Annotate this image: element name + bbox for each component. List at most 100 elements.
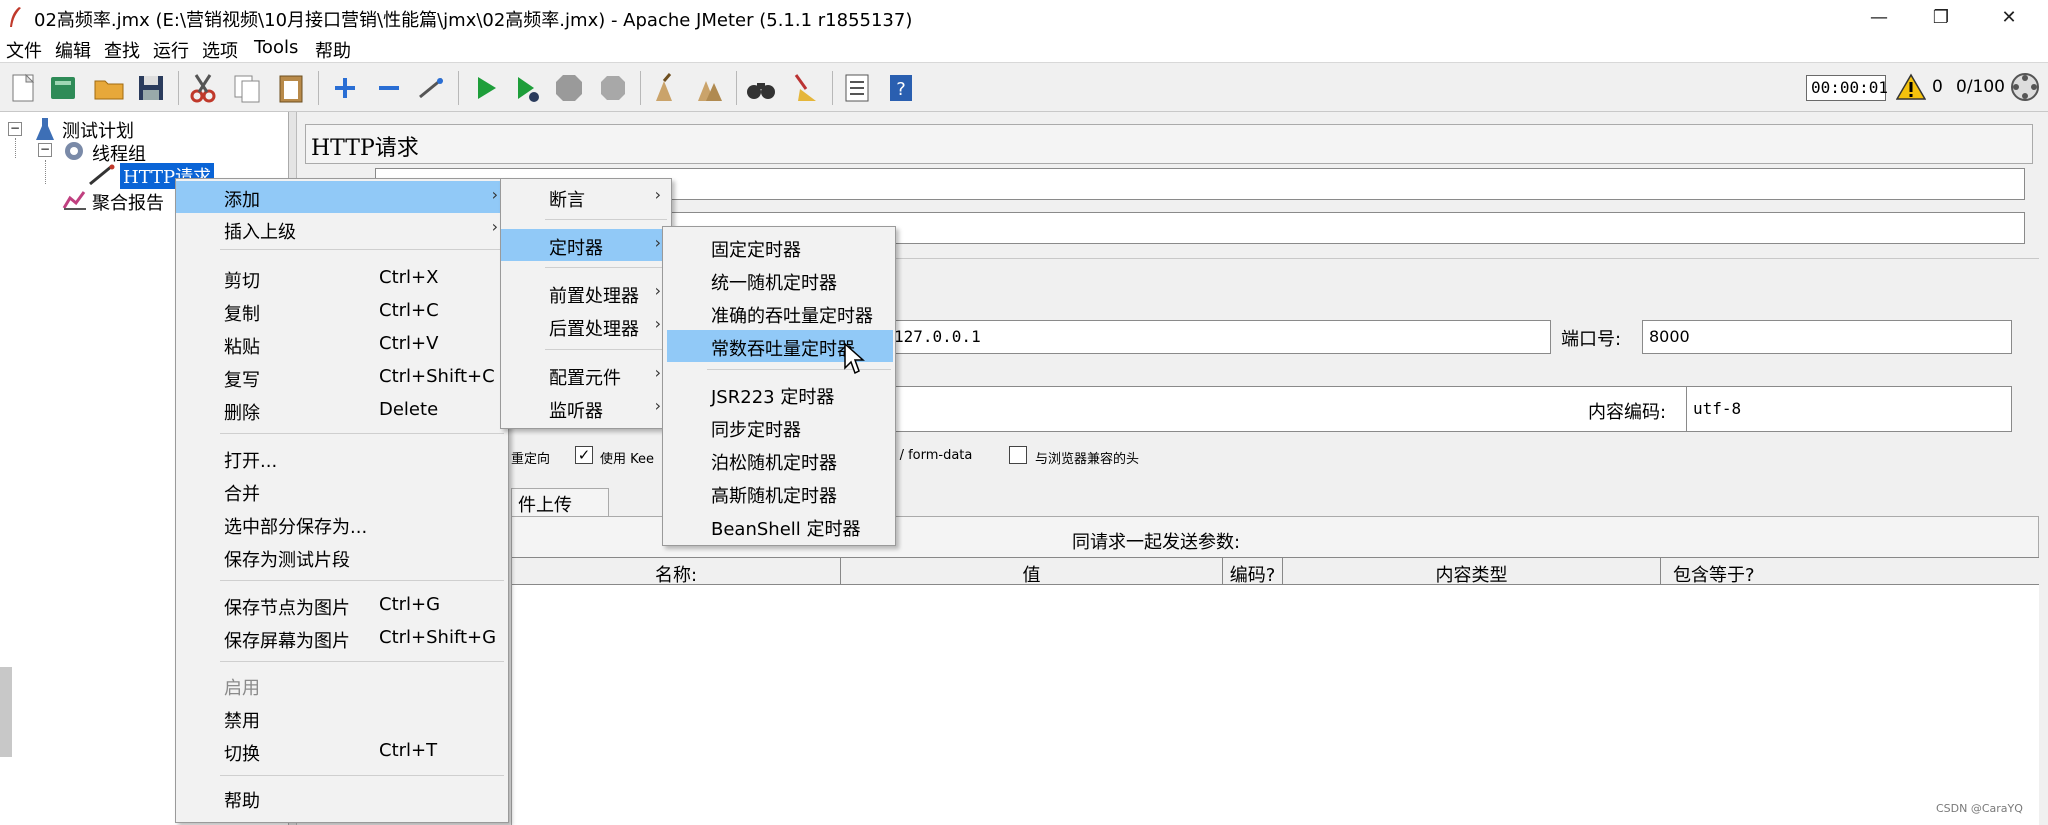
active-threads: 0/100 — [1956, 77, 2005, 97]
timer-item-precise-throughput[interactable]: 准确的吞吐量定时器 — [663, 297, 895, 329]
column-header-value[interactable]: 值 — [841, 558, 1223, 586]
timer-item-gaussian-random[interactable]: 高斯随机定时器 — [663, 477, 895, 509]
warning-icon[interactable] — [1896, 73, 1926, 101]
tree-expander[interactable]: − — [8, 122, 22, 136]
menu-separator — [220, 775, 504, 776]
stop-icon[interactable] — [552, 71, 586, 105]
column-header-encode[interactable]: 编码? — [1223, 558, 1283, 586]
paste-icon[interactable] — [274, 71, 308, 105]
browser-headers-checkbox[interactable] — [1009, 446, 1027, 464]
menu-item-duplicate[interactable]: 复写 Ctrl+Shift+C — [176, 361, 508, 393]
menu-item-save-selection-as[interactable]: 选中部分保存为... — [176, 508, 508, 540]
timer-item-poisson-random[interactable]: 泊松随机定时器 — [663, 444, 895, 476]
menu-item-copy[interactable]: 复制 Ctrl+C — [176, 295, 508, 327]
open-folder-icon[interactable] — [92, 71, 126, 105]
menu-item-save-screen-image[interactable]: 保存屏幕为图片 Ctrl+Shift+G — [176, 622, 508, 654]
menu-separator — [545, 267, 667, 268]
menu-edit[interactable]: 编辑 — [55, 37, 91, 63]
tab-files-upload[interactable]: 件上传 — [511, 488, 609, 516]
tree-node-aggregate-report[interactable]: 聚合报告 — [92, 189, 164, 215]
column-header-include-equals[interactable]: 包含等于? — [1661, 558, 2039, 586]
maximize-button[interactable]: ❐ — [1910, 0, 1972, 34]
collapse-minus-icon[interactable] — [372, 71, 406, 105]
content-encoding-field[interactable]: utf-8 — [1686, 386, 2012, 432]
toolbar-separator — [458, 71, 459, 105]
copy-icon[interactable] — [230, 71, 264, 105]
menu-item-insert-parent[interactable]: 插入上级 › — [176, 213, 508, 245]
shutdown-icon[interactable] — [596, 71, 630, 105]
timer-item-synchronizing[interactable]: 同步定时器 — [663, 411, 895, 443]
submenu-item-listeners[interactable]: 监听器 › — [501, 392, 671, 424]
menu-search[interactable]: 查找 — [104, 37, 140, 63]
expand-plus-icon[interactable] — [328, 71, 362, 105]
toggle-icon[interactable] — [414, 71, 448, 105]
clear-all-icon[interactable] — [692, 71, 726, 105]
tree-expander[interactable]: − — [38, 143, 52, 157]
timer-item-jsr223[interactable]: JSR223 定时器 — [663, 378, 895, 410]
templates-icon[interactable] — [46, 71, 80, 105]
menu-item-save-as-fragment[interactable]: 保存为测试片段 — [176, 541, 508, 573]
parameters-caption: 同请求一起发送参数: — [1072, 532, 1241, 553]
new-file-icon[interactable] — [6, 71, 40, 105]
menu-item-toggle[interactable]: 切换 Ctrl+T — [176, 735, 508, 767]
timer-submenu: 固定定时器 统一随机定时器 准确的吞吐量定时器 常数吞吐量定时器 JSR223 … — [662, 226, 896, 546]
submenu-item-preprocessors[interactable]: 前置处理器 › — [501, 277, 671, 309]
menu-item-save-node-image[interactable]: 保存节点为图片 Ctrl+G — [176, 589, 508, 621]
menu-file[interactable]: 文件 — [6, 37, 42, 63]
search-binoculars-icon[interactable] — [744, 71, 778, 105]
timer-item-beanshell[interactable]: BeanShell 定时器 — [663, 510, 895, 542]
menu-item-label: 保存为测试片段 — [224, 550, 350, 571]
port-field[interactable]: 8000 — [1642, 320, 2012, 354]
menu-item-label: 保存节点为图片 — [224, 598, 350, 619]
submenu-item-assertions[interactable]: 断言 › — [501, 181, 671, 213]
parameters-table-body[interactable] — [512, 585, 2039, 825]
menu-item-label: 粘贴 — [224, 337, 260, 358]
toolbar-separator — [318, 71, 319, 105]
remote-status-icon — [2011, 73, 2039, 101]
column-header-content-type[interactable]: 内容类型 — [1283, 558, 1661, 586]
timer-item-constant[interactable]: 固定定时器 — [663, 231, 895, 263]
menu-options[interactable]: 选项 — [202, 37, 238, 63]
menu-item-paste[interactable]: 粘贴 Ctrl+V — [176, 328, 508, 360]
column-header-name[interactable]: 名称: — [512, 558, 841, 586]
keepalive-checkbox[interactable]: ✓ — [575, 446, 593, 464]
menu-item-delete[interactable]: 删除 Delete — [176, 394, 508, 426]
menu-tools[interactable]: Tools — [254, 37, 298, 58]
menu-separator — [220, 433, 504, 434]
cut-icon[interactable] — [186, 71, 220, 105]
menu-item-add[interactable]: 添加 › — [176, 181, 508, 213]
timer-item-uniform-random[interactable]: 统一随机定时器 — [663, 264, 895, 296]
chevron-right-icon: › — [491, 217, 498, 236]
warning-count: 0 — [1932, 77, 1943, 97]
panel-title-box — [305, 124, 2033, 164]
close-button[interactable]: ✕ — [1978, 0, 2040, 34]
menu-item-help[interactable]: 帮助 — [176, 782, 508, 814]
menu-item-cut[interactable]: 剪切 Ctrl+X — [176, 262, 508, 294]
function-helper-icon[interactable] — [840, 71, 874, 105]
submenu-item-config-elements[interactable]: 配置元件 › — [501, 359, 671, 391]
save-icon[interactable] — [134, 71, 168, 105]
start-no-pauses-icon[interactable] — [510, 71, 544, 105]
clear-icon[interactable] — [648, 71, 682, 105]
start-icon[interactable] — [468, 71, 502, 105]
menu-item-label: 合并 — [224, 484, 260, 505]
menu-item-merge[interactable]: 合并 — [176, 475, 508, 507]
mouse-cursor-icon — [844, 342, 865, 375]
menu-item-open[interactable]: 打开... — [176, 442, 508, 474]
help-icon[interactable]: ? — [884, 71, 918, 105]
menu-item-disable[interactable]: 禁用 — [176, 702, 508, 734]
menu-item-label: 高斯随机定时器 — [711, 486, 837, 507]
menu-run[interactable]: 运行 — [153, 37, 189, 63]
menu-item-label: 复写 — [224, 370, 260, 391]
submenu-item-postprocessors[interactable]: 后置处理器 › — [501, 310, 671, 342]
scrollbar-thumb[interactable] — [0, 667, 12, 757]
panel-title: HTTP请求 — [311, 136, 419, 161]
minimize-button[interactable]: — — [1848, 0, 1910, 34]
reset-search-broom-icon[interactable] — [788, 71, 822, 105]
chart-report-icon — [62, 191, 86, 210]
server-name-field[interactable]: 127.0.0.1 — [885, 320, 1551, 354]
menu-item-label: 前置处理器 — [549, 286, 639, 307]
submenu-item-timer[interactable]: 定时器 › — [501, 229, 671, 261]
menu-help[interactable]: 帮助 — [315, 37, 351, 63]
menu-item-label: 准确的吞吐量定时器 — [711, 306, 873, 327]
